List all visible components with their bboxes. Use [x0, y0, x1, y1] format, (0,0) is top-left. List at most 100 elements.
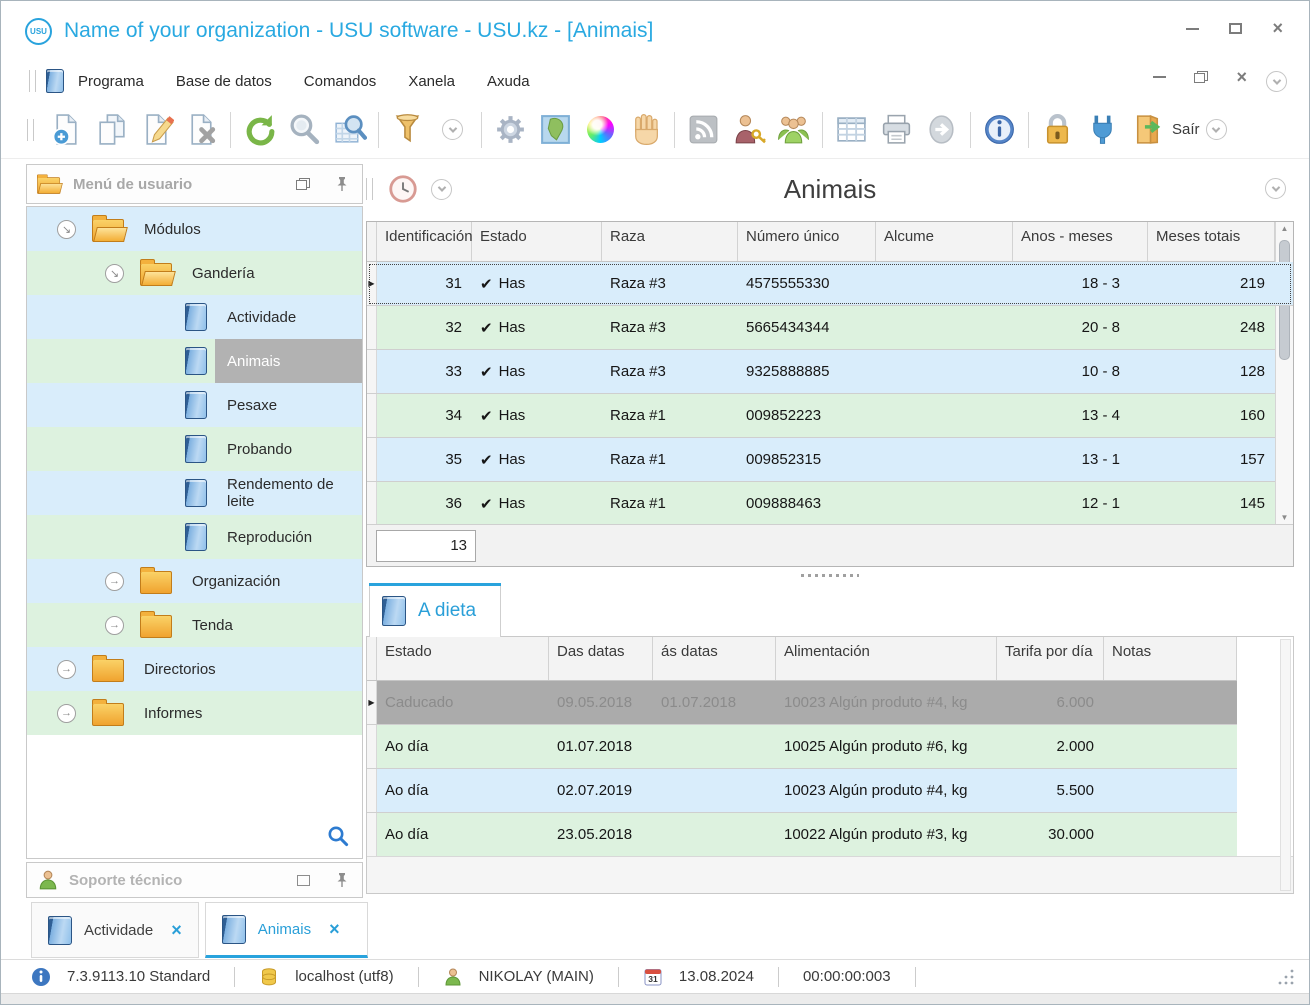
more-options-button[interactable]	[430, 106, 475, 154]
tree-item-ganderia[interactable]: ↘Gandería	[27, 251, 362, 295]
column-header-anos-meses[interactable]: Anos - meses	[1013, 222, 1148, 261]
column-header-identificacion[interactable]: Identificación	[377, 222, 472, 261]
pin-icon[interactable]	[336, 176, 348, 192]
animals-table-row[interactable]: 35✔HasRaza #100985231513 - 1157	[367, 438, 1293, 482]
close-button[interactable]: ×	[1272, 23, 1283, 34]
user-rights-button[interactable]	[726, 106, 771, 154]
toolbar-grip[interactable]	[29, 70, 36, 92]
menu-comandos[interactable]: Comandos	[304, 73, 377, 90]
edit-record-button[interactable]	[134, 106, 179, 154]
column-header-das-datas[interactable]: Das datas	[549, 637, 653, 680]
toolbar-more-button[interactable]	[1206, 119, 1227, 140]
document-tab-actividade[interactable]: Actividade×	[31, 902, 199, 958]
exit-button[interactable]	[1125, 106, 1170, 154]
expand-icon[interactable]: →	[57, 704, 76, 723]
diet-table-row[interactable]: Ao día23.05.201810022 Algún produto #3, …	[367, 813, 1237, 857]
view-header-chevron-right[interactable]	[1265, 178, 1286, 199]
column-header-estado[interactable]: Estado	[472, 222, 602, 261]
panel-restore-button[interactable]	[296, 178, 310, 190]
column-header-tarifa-por-dia[interactable]: Tarifa por día	[997, 637, 1104, 680]
tree-item-informes[interactable]: →Informes	[27, 691, 362, 735]
menu-programa[interactable]: Programa	[78, 73, 144, 90]
animals-table-row[interactable]: 32✔HasRaza #3566543434420 - 8248	[367, 306, 1293, 350]
search-button[interactable]	[282, 106, 327, 154]
panel-splitter[interactable]	[366, 567, 1294, 583]
copy-record-button[interactable]	[89, 106, 134, 154]
toolbar-grip[interactable]	[27, 119, 34, 141]
employees-button[interactable]	[771, 106, 816, 154]
tree-item-pesaxe[interactable]: Pesaxe	[27, 383, 362, 427]
delete-record-button[interactable]	[179, 106, 224, 154]
tree-item-organizacion[interactable]: →Organización	[27, 559, 362, 603]
info-button[interactable]	[977, 106, 1022, 154]
tab-a-dieta[interactable]: A dieta	[369, 583, 501, 637]
menubar-chevron-button[interactable]	[1266, 71, 1287, 92]
panel-window-button[interactable]	[297, 875, 310, 886]
column-header-alcume[interactable]: Alcume	[876, 222, 1013, 261]
animals-table-row[interactable]: 33✔HasRaza #3932588888510 - 8128	[367, 350, 1293, 394]
tree-item-directorios[interactable]: → Directorios	[27, 647, 362, 691]
animals-table-row[interactable]: 34✔HasRaza #100985222313 - 4160	[367, 394, 1293, 438]
document-tab-animais[interactable]: Animais×	[205, 902, 368, 958]
menu-xanela[interactable]: Xanela	[408, 73, 455, 90]
column-header-estado[interactable]: Estado	[377, 637, 549, 680]
mdi-minimize-button[interactable]	[1153, 76, 1166, 78]
mdi-restore-button[interactable]	[1194, 71, 1208, 83]
diet-vertical-scrollbar[interactable]	[1280, 639, 1291, 891]
go-to-button[interactable]	[919, 106, 964, 154]
column-header-notas[interactable]: Notas	[1104, 637, 1237, 680]
support-panel-header[interactable]: Soporte técnico	[26, 862, 363, 898]
animals-table-row[interactable]: 36✔HasRaza #100988846312 - 1145	[367, 482, 1293, 526]
expand-icon[interactable]: →	[57, 660, 76, 679]
tree-item-actividade[interactable]: Actividade	[27, 295, 362, 339]
menu-axuda[interactable]: Axuda	[487, 73, 530, 90]
go-to-icon	[924, 112, 959, 147]
tree-item-reproducion[interactable]: Reprodución	[27, 515, 362, 559]
appearance-button[interactable]	[578, 106, 623, 154]
tree-item-animais[interactable]: Animais	[27, 339, 362, 383]
collapse-icon[interactable]: ↘	[105, 264, 124, 283]
tree-search-icon[interactable]	[326, 824, 350, 848]
pin-icon[interactable]	[336, 872, 348, 888]
hand-button[interactable]	[623, 106, 668, 154]
filter-button[interactable]	[385, 106, 430, 154]
territories-map-button[interactable]	[533, 106, 578, 154]
mdi-close-button[interactable]: ×	[1236, 72, 1247, 83]
collapse-icon[interactable]: ↘	[57, 220, 76, 239]
new-record-button[interactable]	[44, 106, 89, 154]
column-header-raza[interactable]: Raza	[602, 222, 738, 261]
print-button[interactable]	[874, 106, 919, 154]
tree-item-label-area: Directorios	[132, 647, 362, 691]
diet-table-row[interactable]: Ao día01.07.201810025 Algún produto #6, …	[367, 725, 1237, 769]
minimize-button[interactable]	[1186, 28, 1199, 30]
refresh-button[interactable]	[237, 106, 282, 154]
scroll-up-arrow[interactable]: ▲	[1276, 224, 1293, 233]
news-feed-button[interactable]	[681, 106, 726, 154]
maximize-button[interactable]	[1229, 23, 1242, 34]
column-header-as-datas[interactable]: ás datas	[653, 637, 776, 680]
animals-table-row[interactable]: ▶31✔HasRaza #3457555533018 - 3219	[367, 262, 1293, 306]
settings-button[interactable]	[488, 106, 533, 154]
modules-button[interactable]	[1080, 106, 1125, 154]
column-header-meses-totais[interactable]: Meses totais	[1148, 222, 1275, 261]
scroll-down-arrow[interactable]: ▼	[1276, 513, 1293, 522]
tree-item-rendemento-de-leite[interactable]: Rendemento de leite	[27, 471, 362, 515]
tab-close-icon[interactable]: ×	[329, 919, 340, 940]
resize-grip[interactable]	[1277, 968, 1295, 986]
expand-icon[interactable]: →	[105, 572, 124, 591]
column-header-alimentacion[interactable]: Alimentación	[776, 637, 997, 680]
tree-item-probando[interactable]: Probando	[27, 427, 362, 471]
diet-table-row[interactable]: ▶Caducado09.05.201801.07.201810023 Algún…	[367, 681, 1237, 725]
lock-button[interactable]	[1035, 106, 1080, 154]
row-indicator	[367, 725, 377, 768]
tree-item-modulos[interactable]: ↘Módulos	[27, 207, 362, 251]
filter-input[interactable]	[376, 530, 476, 562]
expand-icon[interactable]: →	[105, 616, 124, 635]
tree-item-tenda[interactable]: →Tenda	[27, 603, 362, 647]
column-header-numero-unico[interactable]: Número único	[738, 222, 876, 261]
diet-table-row[interactable]: Ao día02.07.201910023 Algún produto #4, …	[367, 769, 1237, 813]
tab-close-icon[interactable]: ×	[171, 920, 182, 941]
advanced-search-button[interactable]	[327, 106, 372, 154]
table-view-button[interactable]	[829, 106, 874, 154]
menu-base-de-datos[interactable]: Base de datos	[176, 73, 272, 90]
